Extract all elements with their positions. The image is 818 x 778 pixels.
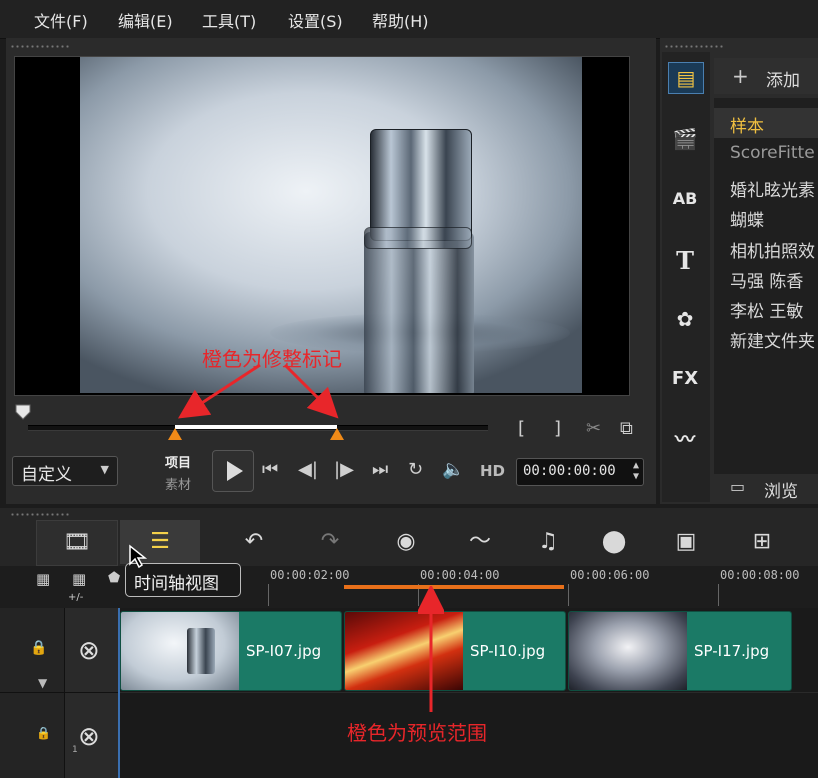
project-mode-label[interactable]: 项目 (165, 452, 191, 471)
clip-name: SP-I17.jpg (694, 642, 770, 660)
chapter-point-icon[interactable]: ▦ (72, 570, 86, 588)
timeline-clip[interactable]: SP-I10.jpg (344, 611, 566, 691)
ruler-tick-label: 00:00:08:00 (720, 568, 800, 582)
mode-value: 自定义 (21, 465, 72, 485)
mark-out-button[interactable]: ] (554, 418, 561, 439)
clip-mode-label[interactable]: 素材 (165, 474, 191, 493)
chevron-down-icon: ▼ (100, 463, 109, 476)
volume-icon[interactable]: 🔈 (442, 459, 464, 480)
folder-item[interactable]: 蝴蝶 (730, 206, 764, 231)
repeat-icon[interactable]: ↻ (408, 459, 423, 480)
playhead-handle[interactable] (15, 404, 31, 420)
folder-item[interactable]: 马强 陈香 (730, 267, 803, 292)
title-icon[interactable]: T (668, 246, 702, 276)
clip-name: SP-I07.jpg (246, 642, 322, 660)
clip-name: SP-I10.jpg (470, 642, 546, 660)
preview-range-bar[interactable] (344, 585, 564, 589)
plus-icon: + (732, 64, 749, 88)
video-track-icon[interactable]: ⊗ (78, 636, 100, 666)
folder-item[interactable]: 李松 王敏 (730, 297, 803, 322)
add-folder-button[interactable]: + 添加 (714, 58, 818, 94)
track-manager-icon[interactable]: ▦ (36, 570, 50, 588)
track-lock-icon[interactable]: 🔒 (36, 726, 51, 740)
menu-bar: 文件(F) 编辑(E) 工具(T) 设置(S) 帮助(H) (0, 0, 818, 39)
redo-icon[interactable]: ↷ (290, 520, 370, 564)
motion-tracking-icon[interactable]: ⬤ (574, 520, 654, 564)
prev-frame-icon[interactable]: ◀| (298, 459, 318, 480)
menu-help[interactable]: 帮助(H) (372, 8, 429, 32)
add-label: 添加 (766, 71, 800, 91)
timecode-value: 00:00:00:00 (523, 463, 616, 479)
folder-item[interactable]: 新建文件夹 (730, 327, 815, 352)
ruler-tick-label: 00:00:04:00 (420, 568, 500, 582)
instant-project-icon[interactable]: 🎬 (668, 124, 702, 154)
path-icon[interactable]: 〰 (668, 424, 702, 454)
browse-icon: ▭ (730, 477, 746, 496)
multi-camera-icon[interactable]: ⊞ (722, 520, 802, 564)
timeline-clip[interactable]: SP-I17.jpg (568, 611, 792, 691)
overlay-track-icon[interactable]: ⊗ (78, 722, 100, 752)
ruler-tick-label: 00:00:02:00 (270, 568, 350, 582)
mouse-cursor-icon (129, 544, 148, 569)
enlarge-preview-icon[interactable]: ⧉ (620, 418, 633, 439)
undo-icon[interactable]: ↶ (214, 520, 294, 564)
mark-in-button[interactable]: [ (518, 418, 525, 439)
trim-start-marker[interactable] (168, 428, 182, 440)
transition-icon[interactable]: AB (668, 184, 702, 214)
cut-icon[interactable]: ✂ (586, 418, 601, 439)
menu-file[interactable]: 文件(F) (34, 8, 88, 32)
preview-grip[interactable] (10, 44, 70, 49)
subtitle-editor-icon[interactable]: ▣ (646, 520, 726, 564)
timecode-stepper-icon[interactable]: ▲ ▼ (633, 460, 639, 482)
storyboard-view-icon[interactable]: 🎞 (36, 520, 118, 566)
bookmark-icon[interactable]: ⬟ (108, 570, 120, 586)
skip-start-icon[interactable]: ⏮ (262, 459, 278, 480)
chevron-down-icon[interactable]: ▼ (38, 676, 47, 690)
folder-item-scorefitter[interactable]: ScoreFitte (730, 143, 815, 163)
tooltip-text: 时间轴视图 (134, 574, 219, 594)
mode-dropdown[interactable]: 自定义 ▼ (12, 456, 118, 486)
hd-button[interactable]: HD (480, 462, 505, 480)
range-annotation: 橙色为预览范围 (347, 721, 487, 745)
trim-annotation-arrows (177, 363, 339, 419)
library-grip[interactable] (664, 44, 724, 49)
trim-end-marker[interactable] (330, 428, 344, 440)
media-library-icon[interactable]: ▤ (668, 62, 704, 94)
record-capture-icon[interactable]: ◉ (366, 520, 446, 564)
folder-item[interactable]: 婚礼眩光素 (730, 176, 815, 201)
timeline-grip[interactable] (10, 512, 70, 517)
ruler-tick-label: 00:00:06:00 (570, 568, 650, 582)
next-frame-icon[interactable]: |▶ (334, 459, 354, 480)
graphic-icon[interactable]: ✿ (668, 304, 702, 334)
add-remove-track-button[interactable]: +/- (68, 592, 83, 603)
track-number: 1 (72, 745, 78, 755)
folder-item-sample[interactable]: 样本 (730, 112, 764, 137)
browse-button[interactable]: ▭ 浏览 (714, 474, 818, 502)
menu-tools[interactable]: 工具(T) (202, 8, 256, 32)
track-lock-icon[interactable]: 🔒 (30, 640, 47, 656)
menu-settings[interactable]: 设置(S) (288, 8, 343, 32)
timecode-field[interactable]: 00:00:00:00 ▲ ▼ (516, 458, 644, 486)
range-annotation-arrow (418, 586, 444, 712)
fx-filter-icon[interactable]: FX (668, 364, 702, 394)
skip-end-icon[interactable]: ⏭ (372, 459, 388, 480)
browse-label: 浏览 (764, 482, 798, 502)
trim-range (175, 425, 337, 429)
menu-edit[interactable]: 编辑(E) (118, 8, 173, 32)
folder-item[interactable]: 相机拍照效 (730, 237, 815, 262)
timeline-clip[interactable]: SP-I07.jpg (120, 611, 342, 691)
play-button[interactable] (212, 450, 254, 492)
